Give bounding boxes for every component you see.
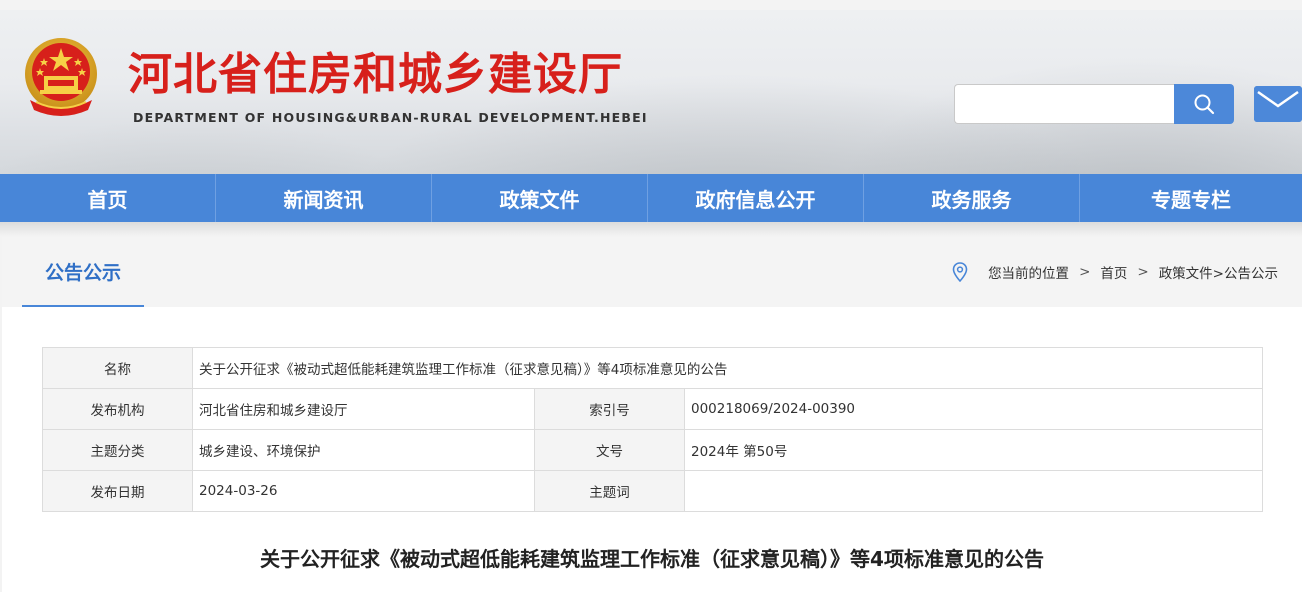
- content-panel: 公告公示 您当前的位置 > 首页 > 政策文件>公告公示 名称 关于公开征求《被…: [2, 237, 1302, 592]
- nav-item-topics[interactable]: 专题专栏: [1080, 174, 1302, 222]
- date-label: 发布日期: [42, 470, 193, 512]
- category-value: 城乡建设、环境保护: [192, 429, 535, 471]
- search-icon: [1194, 94, 1215, 115]
- name-value: 关于公开征求《被动式超低能耗建筑监理工作标准（征求意见稿）》等4项标准意见的公告: [191, 347, 1264, 389]
- breadcrumb-prefix: 您当前的位置: [988, 266, 1070, 282]
- publisher-value: 河北省住房和城乡建设厅: [192, 388, 535, 430]
- location-pin-icon: [952, 262, 968, 282]
- breadcrumb-separator: >: [1079, 264, 1091, 280]
- nav-shadow: [0, 222, 1302, 236]
- search-input[interactable]: [954, 84, 1174, 124]
- doc-number-value: 2024年 第50号: [683, 429, 1264, 471]
- nav-item-policy[interactable]: 政策文件: [432, 174, 648, 222]
- nav-item-gov-info[interactable]: 政府信息公开: [648, 174, 864, 222]
- nav-item-home[interactable]: 首页: [0, 174, 216, 222]
- nav-item-news[interactable]: 新闻资讯: [216, 174, 432, 222]
- table-row: 主题分类 城乡建设、环境保护 文号 2024年 第50号: [42, 429, 1264, 471]
- table-row: 名称 关于公开征求《被动式超低能耗建筑监理工作标准（征求意见稿）》等4项标准意见…: [42, 347, 1264, 389]
- doc-number-label: 文号: [534, 429, 685, 471]
- breadcrumb-separator: >: [1137, 264, 1149, 280]
- site-header: 河北省住房和城乡建设厅 DEPARTMENT OF HOUSING&URBAN-…: [0, 10, 1302, 174]
- table-row: 发布日期 2024-03-26 主题词: [42, 470, 1264, 512]
- date-value: 2024-03-26: [192, 470, 535, 512]
- document-info-table: 名称 关于公开征求《被动式超低能耗建筑监理工作标准（征求意见稿）》等4项标准意见…: [42, 347, 1264, 512]
- main-nav: 首页 新闻资讯 政策文件 政府信息公开 政务服务 专题专栏: [0, 174, 1302, 222]
- keywords-value: [683, 470, 1264, 512]
- site-subtitle: DEPARTMENT OF HOUSING&URBAN-RURAL DEVELO…: [133, 110, 648, 125]
- panel-header: 公告公示 您当前的位置 > 首页 > 政策文件>公告公示: [2, 237, 1302, 307]
- national-emblem-icon[interactable]: [22, 36, 100, 120]
- breadcrumb: 您当前的位置 > 首页 > 政策文件>公告公示: [952, 261, 1278, 283]
- keywords-label: 主题词: [534, 470, 685, 512]
- name-label: 名称: [42, 347, 193, 389]
- breadcrumb-home-link[interactable]: 首页: [1100, 262, 1127, 282]
- index-label: 索引号: [534, 388, 685, 430]
- table-row: 发布机构 河北省住房和城乡建设厅 索引号 000218069/2024-0039…: [42, 388, 1264, 430]
- index-value: 000218069/2024-00390: [683, 388, 1264, 430]
- mail-icon[interactable]: [1254, 86, 1302, 122]
- site-title: 河北省住房和城乡建设厅: [128, 49, 623, 100]
- publisher-label: 发布机构: [42, 388, 193, 430]
- nav-item-services[interactable]: 政务服务: [864, 174, 1080, 222]
- section-tab-announcements[interactable]: 公告公示: [22, 237, 144, 307]
- search-button[interactable]: [1174, 84, 1234, 124]
- breadcrumb-trail-link[interactable]: 政策文件>公告公示: [1159, 262, 1278, 282]
- article-title: 关于公开征求《被动式超低能耗建筑监理工作标准（征求意见稿）》等4项标准意见的公告: [260, 547, 1044, 571]
- category-label: 主题分类: [42, 429, 193, 471]
